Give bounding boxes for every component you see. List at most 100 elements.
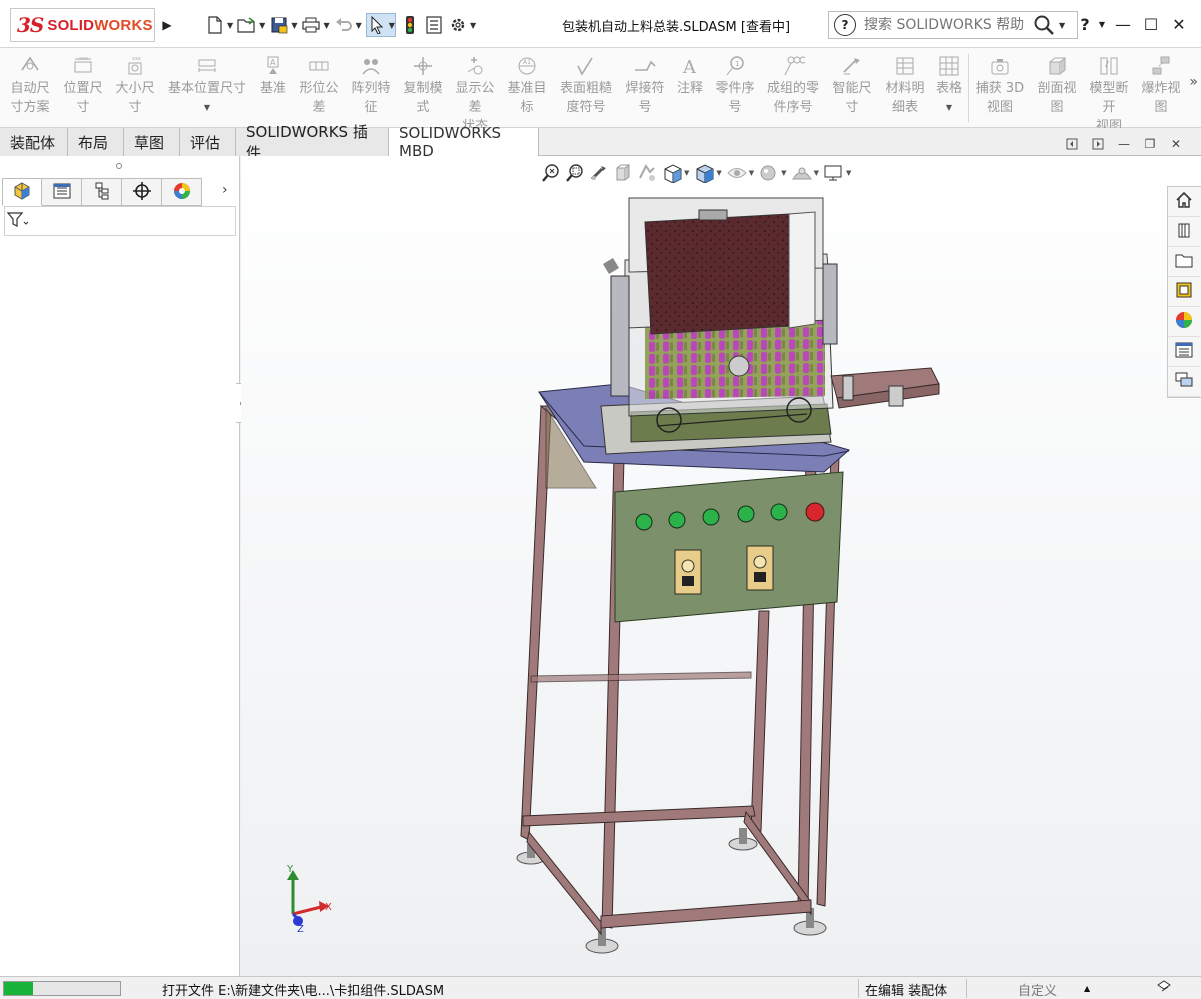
- previous-pane-icon[interactable]: [1061, 136, 1083, 152]
- doc-minimize-icon[interactable]: —: [1113, 136, 1135, 152]
- design-library-icon: [1175, 221, 1193, 242]
- ribbon-item-note[interactable]: A 注释: [672, 54, 708, 98]
- doc-close-icon[interactable]: ✕: [1165, 136, 1187, 152]
- ribbon-item-bom[interactable]: 材料明 细表: [880, 54, 930, 117]
- chevron-down-icon[interactable]: ▼: [204, 98, 210, 117]
- solidworks-wordmark: SOLIDWORKS: [47, 16, 153, 34]
- ribbon-item-surface-finish[interactable]: 表面粗糙 度符号: [554, 54, 618, 117]
- ribbon-item-model-break-view[interactable]: 模型断开 视图: [1084, 54, 1134, 136]
- rebuild-status-icon[interactable]: [1156, 979, 1174, 999]
- ribbon-item-location-dimension[interactable]: xxx 位置尺寸: [58, 54, 108, 117]
- forum-button[interactable]: [1168, 367, 1200, 397]
- dimxpert-manager-tab[interactable]: [122, 178, 162, 206]
- select-button[interactable]: ▼: [365, 13, 396, 37]
- chevron-down-icon[interactable]: ▼: [389, 21, 395, 30]
- smart-dimension-icon: [840, 54, 864, 78]
- tab-6[interactable]: SOLIDWORKS MBD: [389, 124, 539, 160]
- chevron-down-icon[interactable]: ▼: [946, 98, 952, 117]
- custom-properties-button[interactable]: [1168, 337, 1200, 367]
- ribbon-item-label: 自动尺: [10, 81, 50, 96]
- ribbon-more-icon[interactable]: »: [1189, 74, 1198, 90]
- svg-text:xxx: xxx: [79, 56, 88, 62]
- file-explorer-button[interactable]: [1168, 247, 1200, 277]
- tab-2[interactable]: 布局: [68, 128, 124, 156]
- ribbon-item-stacked-balloon[interactable]: 成组的零 件序号: [762, 54, 824, 117]
- ribbon-item-datum-target[interactable]: A1 基准目标: [502, 54, 552, 117]
- chevron-down-icon[interactable]: ▼: [1059, 21, 1065, 30]
- chevron-down-icon[interactable]: ▼: [356, 21, 362, 30]
- solidworks-resources-button[interactable]: [1168, 187, 1200, 217]
- chevron-up-icon[interactable]: ▲: [1084, 984, 1090, 993]
- ribbon-item-basic-location-dimension[interactable]: 基本位置尺寸 ▼: [162, 54, 252, 117]
- graphics-viewport[interactable]: ▼ ▼ ▼ ▼ ▼ ▼ Y X Z: [241, 156, 1201, 976]
- crosshair-target-icon: [132, 181, 151, 203]
- open-folder-icon: [237, 15, 257, 35]
- help-circle-icon[interactable]: ?: [834, 14, 856, 36]
- auto-dimension-icon: [18, 54, 42, 78]
- display-manager-tab[interactable]: [162, 178, 202, 206]
- save-button[interactable]: ▼: [269, 13, 297, 37]
- solidworks-logo[interactable]: 3S SOLIDWORKS: [10, 8, 155, 42]
- ribbon-item-weld-symbol[interactable]: 焊接符号: [620, 54, 670, 117]
- ribbon-item-smart-dimension[interactable]: 智能尺寸: [826, 54, 878, 117]
- tab-4[interactable]: 评估: [180, 128, 236, 156]
- ribbon-item-label: 基准目: [507, 81, 547, 96]
- ribbon-item-capture-3d-view[interactable]: 捕获 3D 视图: [974, 54, 1026, 117]
- ribbon-item-datum[interactable]: A 基准: [256, 54, 290, 98]
- ribbon-item-copy-scheme[interactable]: 复制模式: [398, 54, 448, 117]
- minimize-icon[interactable]: —: [1111, 10, 1135, 38]
- triad-z-label: Z: [297, 924, 304, 935]
- new-document-icon: [205, 15, 225, 35]
- feature-tree-filter[interactable]: [4, 206, 236, 236]
- menu-expand-arrow-icon[interactable]: ▶: [158, 13, 176, 37]
- ribbon-item-section-view[interactable]: 剖面视图: [1032, 54, 1082, 117]
- rebuild-button[interactable]: [400, 13, 420, 37]
- undo-button[interactable]: ▼: [334, 13, 362, 37]
- view-palette-button[interactable]: [1168, 277, 1200, 307]
- new-document-button[interactable]: ▼: [205, 13, 233, 37]
- tab-5[interactable]: SOLIDWORKS 插件: [236, 123, 389, 162]
- chevron-down-icon[interactable]: ▼: [259, 21, 265, 30]
- assembly-model[interactable]: Y X Z: [241, 156, 1201, 976]
- help-menu-button[interactable]: ?: [1073, 10, 1097, 38]
- exploded-view-icon: [1149, 54, 1173, 78]
- ribbon-item-auto-dimension[interactable]: 自动尺 寸方案: [4, 54, 56, 117]
- property-manager-tab[interactable]: [42, 178, 82, 206]
- chevron-down-icon[interactable]: ▼: [1097, 10, 1107, 38]
- ribbon-item-balloon[interactable]: 1 零件序号: [710, 54, 760, 117]
- configuration-manager-tab[interactable]: [82, 178, 122, 206]
- tab-1[interactable]: 装配体: [0, 128, 68, 156]
- ribbon-item-geometric-tolerance[interactable]: 形位公差: [294, 54, 344, 117]
- chevron-down-icon[interactable]: ▼: [227, 21, 233, 30]
- chevron-down-icon[interactable]: ▼: [470, 21, 476, 30]
- appearances-button[interactable]: [1168, 307, 1200, 337]
- ribbon-item-table[interactable]: 表格 ▼: [932, 54, 966, 117]
- design-library-button[interactable]: [1168, 217, 1200, 247]
- ribbon-item-pattern-feature[interactable]: 阵列特征: [346, 54, 396, 117]
- search-icon[interactable]: [1031, 12, 1057, 38]
- options-button[interactable]: ▼: [448, 13, 476, 37]
- progress-bar-fill: [4, 982, 33, 995]
- panel-tabs-next-icon[interactable]: ›: [222, 182, 228, 198]
- chevron-down-icon[interactable]: ▼: [323, 21, 329, 30]
- ribbon-item-label: 材料明: [885, 81, 925, 96]
- tab-3[interactable]: 草图: [124, 128, 180, 156]
- print-button[interactable]: ▼: [301, 13, 330, 37]
- ribbon-item-label: 基准: [259, 81, 286, 96]
- ribbon-item-label: 智能尺: [832, 81, 872, 96]
- close-icon[interactable]: ✕: [1167, 10, 1191, 38]
- help-search-input[interactable]: [864, 17, 1029, 33]
- custom-units-status[interactable]: 自定义: [1018, 980, 1057, 999]
- chevron-down-icon[interactable]: ▼: [291, 21, 297, 30]
- doc-restore-icon[interactable]: ❐: [1139, 136, 1161, 152]
- next-pane-icon[interactable]: [1087, 136, 1109, 152]
- panel-splitter-handle[interactable]: [116, 163, 122, 169]
- ribbon-item-size-dimension[interactable]: xxx 大小尺寸: [110, 54, 160, 117]
- maximize-icon[interactable]: ☐: [1139, 10, 1163, 38]
- file-properties-button[interactable]: [424, 13, 444, 37]
- feature-manager-tab[interactable]: [2, 178, 42, 206]
- progress-bar: [3, 981, 121, 996]
- ribbon-item-exploded-view[interactable]: 爆炸视图: [1136, 54, 1186, 117]
- command-manager-tabs: 装配体 布局 草图 评估 SOLIDWORKS 插件 SOLIDWORKS MBD: [0, 123, 1201, 162]
- open-document-button[interactable]: ▼: [237, 13, 265, 37]
